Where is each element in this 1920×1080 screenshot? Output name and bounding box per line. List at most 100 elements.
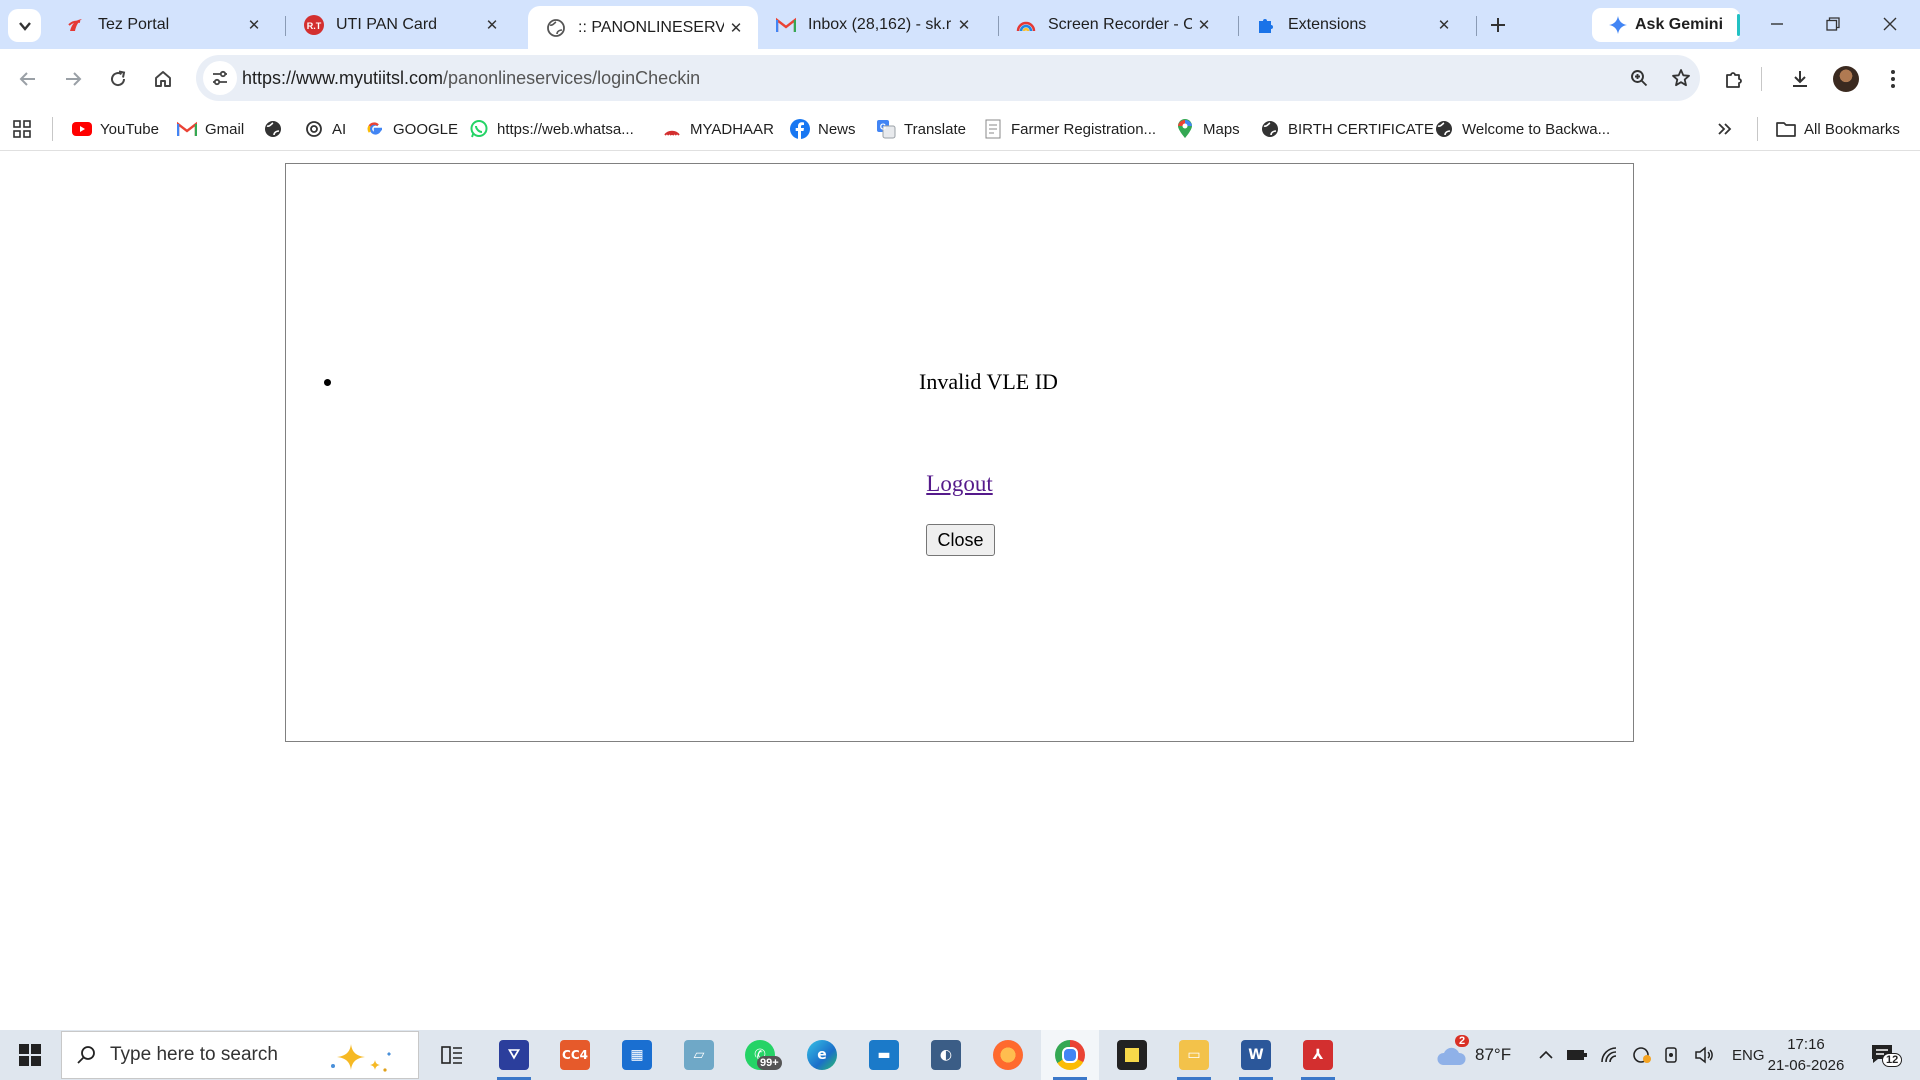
bookmark-translate[interactable]: G Translate — [876, 117, 966, 141]
star-icon — [1672, 69, 1690, 87]
bookmark-label: Translate — [904, 120, 966, 138]
ask-gemini-button[interactable]: Ask Gemini — [1592, 8, 1740, 42]
bookmark-star-button[interactable] — [1664, 61, 1698, 95]
bookmark-gmail[interactable]: Gmail — [177, 117, 244, 141]
minimize-button[interactable] — [1753, 8, 1801, 40]
start-button[interactable] — [0, 1030, 60, 1080]
more-bookmarks-button[interactable] — [1717, 117, 1733, 141]
svg-text:R.T: R.T — [307, 21, 322, 31]
tab-separator — [1476, 16, 1477, 36]
bookmark-whatsapp[interactable]: https://web.whatsa... — [469, 117, 634, 141]
close-tab-icon[interactable]: ✕ — [724, 16, 748, 40]
speaker-icon[interactable] — [1694, 1046, 1714, 1064]
bookmark-birth-certificate[interactable]: BIRTH CERTIFICATE — [1260, 117, 1434, 141]
url-path: /panonlineservices/loginCheckin — [443, 68, 701, 88]
taskbar-app-store[interactable]: ▬ — [855, 1030, 913, 1080]
battery-icon[interactable] — [1566, 1048, 1588, 1062]
close-tab-icon[interactable]: ✕ — [952, 13, 976, 37]
bookmark-google[interactable]: GOOGLE — [365, 117, 458, 141]
taskbar-app-photo[interactable]: ◐ — [917, 1030, 975, 1080]
meet-now-icon[interactable] — [1664, 1046, 1682, 1064]
tab-tez-portal[interactable]: Tez Portal ✕ — [48, 6, 276, 44]
tab-screen-recorder[interactable]: Screen Recorder - Chrome ✕ — [998, 6, 1226, 44]
gmail-icon — [776, 15, 796, 35]
forward-button[interactable] — [56, 62, 90, 96]
zoom-button[interactable] — [1622, 61, 1656, 95]
taskbar-app-cc4[interactable]: CC4 — [546, 1030, 604, 1080]
google-icon — [365, 119, 385, 139]
bookmark-label: YouTube — [100, 120, 159, 138]
tab-panonlineservices[interactable]: :: PANONLINESERVICES ✕ — [528, 6, 758, 49]
taskbar-app-whatsapp[interactable]: ✆ 99+ — [731, 1030, 789, 1080]
taskbar-app-word[interactable]: W — [1227, 1030, 1285, 1080]
address-bar[interactable]: https://www.myutiitsl.com/panonlineservi… — [196, 55, 1700, 101]
bookmark-youtube[interactable]: YouTube — [72, 117, 159, 141]
tez-icon — [66, 15, 86, 35]
taskbar-app-file-explorer[interactable]: ▭ — [1165, 1030, 1223, 1080]
url-text[interactable]: https://www.myutiitsl.com/panonlineservi… — [242, 68, 700, 89]
close-tab-icon[interactable]: ✕ — [1192, 13, 1216, 37]
chevron-down-icon — [18, 21, 31, 31]
tab-gmail-inbox[interactable]: Inbox (28,162) - sk.rinku ✕ — [758, 6, 986, 44]
close-tab-icon[interactable]: ✕ — [242, 13, 266, 37]
taskbar-app-calc[interactable]: ▦ — [608, 1030, 666, 1080]
notification-center-button[interactable]: 12 — [1870, 1030, 1903, 1080]
bookmark-farmer-registration[interactable]: Farmer Registration... — [983, 117, 1156, 141]
tune-icon — [213, 70, 227, 86]
bookmark-welcome-backwa[interactable]: Welcome to Backwa... — [1434, 117, 1610, 141]
bookmark-myadhaar[interactable]: MYADHAAR — [662, 117, 774, 141]
task-view-button[interactable] — [423, 1030, 481, 1080]
tab-uti-pan-card[interactable]: R.T UTI PAN Card ✕ — [286, 6, 514, 44]
bookmark-label: News — [818, 120, 856, 138]
close-window-button[interactable] — [1866, 8, 1914, 40]
taskbar-app-1[interactable]: ⛛ — [485, 1030, 543, 1080]
menu-button[interactable] — [1876, 62, 1910, 96]
extensions-button[interactable] — [1717, 62, 1751, 96]
weather-widget[interactable]: 2 87°F — [1435, 1030, 1511, 1080]
store-icon: ▬ — [869, 1040, 899, 1070]
tab-search-button[interactable] — [8, 9, 41, 42]
downloads-button[interactable] — [1783, 62, 1817, 96]
error-message: Invalid VLE ID — [344, 369, 1633, 395]
close-button[interactable]: Close — [926, 524, 995, 556]
taskbar-app-edge[interactable]: e — [793, 1030, 851, 1080]
notification-count: 12 — [1882, 1053, 1903, 1067]
new-tab-button[interactable] — [1484, 11, 1512, 39]
taskbar-app-sticky-notes[interactable] — [1103, 1030, 1161, 1080]
notification-icon: 12 — [1870, 1043, 1903, 1067]
bookmark-news[interactable]: News — [790, 117, 856, 141]
apps-button[interactable] — [12, 117, 32, 141]
globe-icon — [263, 119, 283, 139]
restore-icon — [1826, 17, 1840, 31]
close-tab-icon[interactable]: ✕ — [1432, 13, 1456, 37]
calculator-icon: ▦ — [622, 1040, 652, 1070]
restore-button[interactable] — [1809, 8, 1857, 40]
tab-title: :: PANONLINESERVICES — [578, 18, 724, 36]
taskbar-app-firefox[interactable] — [979, 1030, 1037, 1080]
chevron-up-icon[interactable] — [1538, 1048, 1554, 1062]
bookmark-globe[interactable] — [263, 117, 283, 141]
weather-badge: 2 — [1455, 1035, 1470, 1047]
bookmark-ai[interactable]: AI — [304, 117, 346, 141]
reload-button[interactable] — [101, 62, 135, 96]
onedrive-sync-icon[interactable] — [1632, 1046, 1652, 1064]
taskbar-app-chrome[interactable] — [1041, 1030, 1099, 1080]
tab-extensions[interactable]: Extensions ✕ — [1238, 6, 1466, 44]
all-bookmarks-button[interactable]: All Bookmarks — [1776, 117, 1900, 141]
bookmark-maps[interactable]: Maps — [1175, 117, 1240, 141]
close-tab-icon[interactable]: ✕ — [480, 13, 504, 37]
taskbar-search-box[interactable]: Type here to search — [61, 1031, 419, 1079]
home-button[interactable] — [146, 62, 180, 96]
site-info-button[interactable] — [203, 61, 237, 95]
svg-text:G: G — [880, 123, 886, 132]
profile-button[interactable] — [1829, 62, 1863, 96]
logout-link[interactable]: Logout — [926, 471, 992, 496]
taskbar-app-acrobat[interactable]: ⅄ — [1289, 1030, 1347, 1080]
wifi-icon[interactable] — [1600, 1046, 1620, 1064]
error-list: Invalid VLE ID — [286, 369, 1633, 395]
bookmark-label: MYADHAAR — [690, 120, 774, 138]
clock[interactable]: 17:16 21-06-2026 — [1756, 1034, 1856, 1076]
back-button[interactable] — [11, 62, 45, 96]
taskbar-app-notepad[interactable]: ▱ — [670, 1030, 728, 1080]
firefox-icon — [993, 1040, 1023, 1070]
